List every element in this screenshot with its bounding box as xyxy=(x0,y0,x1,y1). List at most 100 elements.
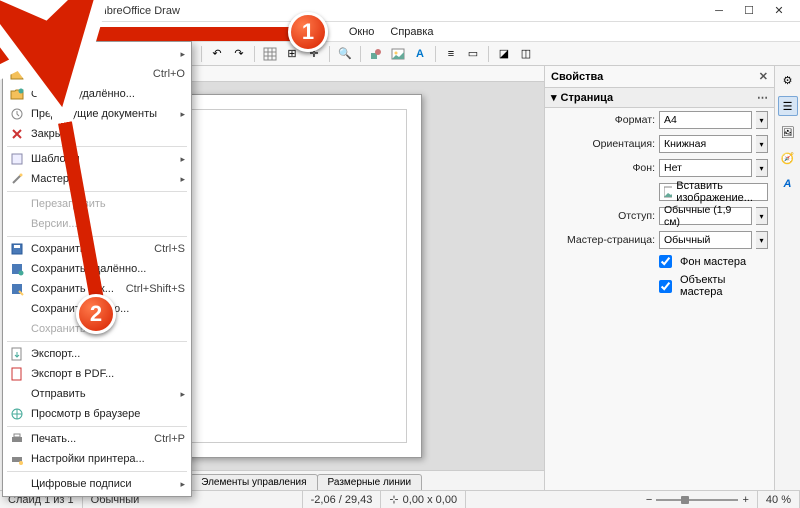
chevron-down-icon[interactable]: ▾ xyxy=(756,135,768,153)
undo-icon[interactable]: ↶ xyxy=(207,44,227,64)
saveas-icon xyxy=(9,281,25,297)
prop-background: Фон: Нет ▾ xyxy=(545,156,774,180)
page-margins xyxy=(179,109,407,443)
background-select[interactable]: Нет xyxy=(659,159,752,177)
menu-file[interactable]: Файл xyxy=(4,23,49,41)
chevron-down-icon[interactable]: ▾ xyxy=(756,207,768,225)
blank-icon xyxy=(9,216,25,232)
chevron-right-icon: ▸ xyxy=(180,389,185,400)
menu-window[interactable]: Окно xyxy=(341,24,383,40)
image-icon[interactable] xyxy=(388,44,408,64)
blank-icon xyxy=(9,321,25,337)
chevron-right-icon: ▸ xyxy=(180,479,185,490)
insert-image-button[interactable]: Вставить изображение... xyxy=(659,183,768,201)
browser-icon xyxy=(9,406,25,422)
pdf-icon xyxy=(9,366,25,382)
master-obj-checkbox[interactable] xyxy=(659,280,672,293)
page[interactable] xyxy=(164,94,422,458)
prop-master-bg: Фон мастера xyxy=(545,252,774,271)
prop-format: Формат: A4 ▾ xyxy=(545,108,774,132)
menu-item[interactable]: Цифровые подписи▸ xyxy=(3,474,191,494)
blank-icon xyxy=(9,386,25,402)
menu-format[interactable]: Формат xyxy=(206,24,261,40)
arrange-icon[interactable]: ▭ xyxy=(463,44,483,64)
menu-item[interactable]: Открыть...Ctrl+O xyxy=(3,64,191,84)
menu-item[interactable]: Настройки принтера... xyxy=(3,449,191,469)
menu-view[interactable]: Вид xyxy=(113,24,149,40)
format-select[interactable]: A4 xyxy=(659,111,752,129)
menu-edit[interactable]: П xyxy=(49,24,73,40)
save-icon xyxy=(9,241,25,257)
menu-item[interactable]: Создать▸ xyxy=(3,44,191,64)
tab-controls[interactable]: Элементы управления xyxy=(190,474,317,490)
align-icon[interactable]: ≡ xyxy=(441,44,461,64)
master-bg-checkbox[interactable] xyxy=(659,255,672,268)
close-panel-icon[interactable]: ✕ xyxy=(759,70,768,83)
menu-item[interactable]: Мастер▸ xyxy=(3,169,191,189)
status-zoom[interactable]: 40 % xyxy=(758,491,800,508)
sidebar-gallery-icon[interactable]: 🖼 xyxy=(778,122,798,142)
menu-item[interactable]: Предыдущие документы▸ xyxy=(3,104,191,124)
helplines-icon[interactable]: ✛ xyxy=(304,44,324,64)
master-select[interactable]: Обычный xyxy=(659,231,752,249)
blank-icon xyxy=(9,301,25,317)
menu-item[interactable]: Сохранить удалённо... xyxy=(3,259,191,279)
prop-insert-image: Вставить изображение... xyxy=(545,180,774,204)
menu-insert[interactable]: Вставка xyxy=(149,24,206,40)
chevron-right-icon: ▸ xyxy=(180,109,185,120)
menu-item: Перезагрузить xyxy=(3,194,191,214)
menu-item[interactable]: Печать...Ctrl+P xyxy=(3,429,191,449)
minimize-button[interactable]: ─ xyxy=(704,1,734,21)
print-icon xyxy=(9,431,25,447)
file-menu-dropdown: Создать▸Открыть...Ctrl+OОткрыть удалённо… xyxy=(2,41,192,497)
fontwork-icon[interactable]: A xyxy=(410,44,430,64)
menu-item[interactable]: Закрыть xyxy=(3,124,191,144)
app-icon xyxy=(6,4,20,18)
chevron-down-icon[interactable]: ▾ xyxy=(756,159,768,177)
menu-item[interactable]: Экспорт в PDF... xyxy=(3,364,191,384)
orientation-select[interactable]: Книжная xyxy=(659,135,752,153)
zoom-slider[interactable]: −+ xyxy=(638,491,758,508)
section-more-icon[interactable]: ⋯ xyxy=(757,91,768,104)
menu-item[interactable]: Отправить▸ xyxy=(3,384,191,404)
chevron-down-icon[interactable]: ▾ xyxy=(756,111,768,129)
prop-margin: Отступ: Обычные (1,9 см) ▾ xyxy=(545,204,774,228)
margin-select[interactable]: Обычные (1,9 см) xyxy=(659,207,752,225)
tab-dimlines[interactable]: Размерные линии xyxy=(317,474,423,490)
sidebar-navigator-icon[interactable]: 🧭 xyxy=(778,148,798,168)
menu-help[interactable]: Справка xyxy=(382,24,441,40)
maximize-button[interactable]: ☐ xyxy=(734,1,764,21)
menu-item[interactable]: Экспорт... xyxy=(3,344,191,364)
sidebar-styles-icon[interactable]: A xyxy=(778,174,798,194)
menu-item[interactable]: СохранитьCtrl+S xyxy=(3,239,191,259)
zoom-icon[interactable]: 🔍 xyxy=(335,44,355,64)
grid-icon[interactable] xyxy=(260,44,280,64)
properties-title: Свойства xyxy=(551,71,603,83)
menu-item[interactable]: Шаблоны▸ xyxy=(3,149,191,169)
status-size: ⊹0,00 x 0,00 xyxy=(381,491,466,508)
shadow-icon[interactable]: ◪ xyxy=(494,44,514,64)
sidebar-tabs: ⚙ ☰ 🖼 🧭 A xyxy=(774,66,800,490)
menu-item[interactable]: Сохранить копию... xyxy=(3,299,191,319)
chevron-right-icon: ▸ xyxy=(180,154,185,165)
crop-icon[interactable]: ◫ xyxy=(516,44,536,64)
menu-item[interactable]: Просмотр в браузере xyxy=(3,404,191,424)
status-coords: -2,06 / 29,43 xyxy=(303,491,382,508)
close-button[interactable]: ✕ xyxy=(764,1,794,21)
snap-icon[interactable]: ⊞ xyxy=(282,44,302,64)
sidebar-properties-icon[interactable]: ☰ xyxy=(778,96,798,116)
section-page[interactable]: ▾ Страница ⋯ xyxy=(545,88,774,108)
blank-icon xyxy=(9,476,25,492)
open-remote-icon xyxy=(9,86,25,102)
sidebar-settings-icon[interactable]: ⚙ xyxy=(778,70,798,90)
redo-icon[interactable]: ↷ xyxy=(229,44,249,64)
menu-item[interactable]: Сохранить как...Ctrl+Shift+S xyxy=(3,279,191,299)
recent-icon xyxy=(9,106,25,122)
menu-item[interactable]: Открыть удалённо... xyxy=(3,84,191,104)
prop-orientation: Ориентация: Книжная ▾ xyxy=(545,132,774,156)
chevron-down-icon[interactable]: ▾ xyxy=(756,231,768,249)
titlebar: Без имени 1 - LibreOffice Draw ─ ☐ ✕ xyxy=(0,0,800,22)
shapes-icon[interactable] xyxy=(366,44,386,64)
blank-icon xyxy=(9,196,25,212)
chevron-right-icon: ▸ xyxy=(180,174,185,185)
